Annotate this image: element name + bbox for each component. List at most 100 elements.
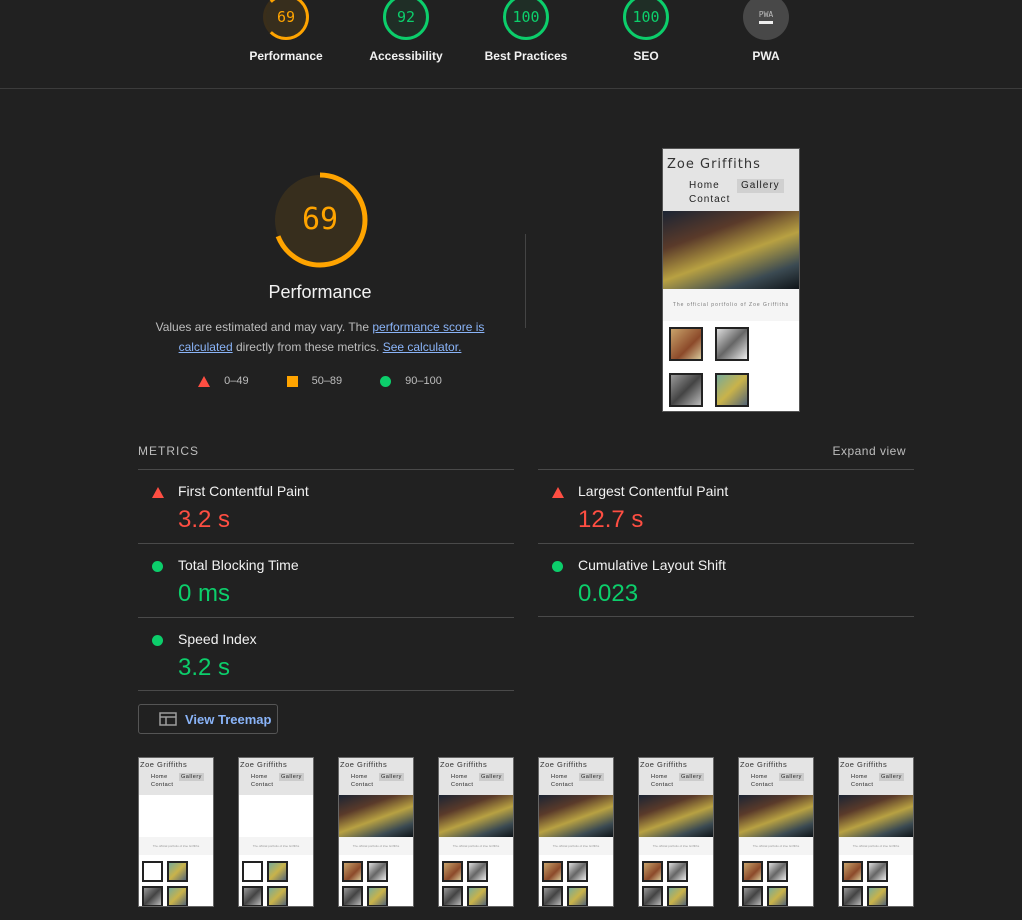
divider (538, 616, 914, 617)
frame-hero (539, 795, 613, 837)
filmstrip-frame: Zoe Griffiths Home Gallery Contact The offic… (138, 757, 214, 907)
score-legend: 0–49 50–89 90–100 (140, 375, 500, 387)
gauge-seo[interactable]: 100 SEO (586, 0, 706, 63)
legend-label: 0–49 (224, 375, 249, 387)
triangle-icon (152, 487, 164, 498)
frame-tagline: The official portfolio of Zoe Griffiths (439, 837, 513, 855)
gauge-score: 100 (623, 0, 669, 40)
performance-description: Values are estimated and may vary. The p… (145, 317, 495, 357)
gallery-thumb (669, 373, 703, 407)
frame-site-name: Zoe Griffiths (440, 760, 488, 769)
performance-title: Performance (268, 282, 372, 302)
frame-hero (339, 795, 413, 837)
frame-tagline: The official portfolio of Zoe Griffiths (339, 837, 413, 855)
frame-tagline: The official portfolio of Zoe Griffiths (539, 837, 613, 855)
filmstrip-frame: Zoe Griffiths Home Gallery Contact The offic… (238, 757, 314, 907)
gauge-label: Accessibility (369, 49, 443, 63)
metric-name: Largest Contentful Paint (578, 483, 729, 499)
desc-text: Values are estimated and may vary. The (155, 320, 373, 334)
gauge-performance[interactable]: 69 Performance (226, 0, 346, 63)
gauge-label: SEO (633, 49, 659, 63)
frame-hero (639, 795, 713, 837)
square-icon (286, 375, 298, 387)
gauge-score: 69 (263, 0, 309, 40)
metric-value: 3.2 s (178, 654, 231, 681)
metric-name: Speed Index (178, 631, 257, 647)
metric-value: 12.7 s (578, 506, 644, 533)
site-name: Zoe Griffiths (667, 157, 761, 172)
circle-icon (552, 561, 563, 572)
triangle-icon (198, 375, 211, 387)
filmstrip-frame: Zoe Griffiths Home Gallery Contact The offic… (438, 757, 514, 907)
filmstrip-frame: Zoe Griffiths Home Gallery Contact The offic… (638, 757, 714, 907)
performance-score: 69 (301, 202, 339, 237)
gauge-label: Best Practices (484, 49, 568, 63)
nav-home: Home (689, 180, 720, 191)
treemap-icon (159, 712, 177, 726)
frame-tagline: The official portfolio of Zoe Griffiths (839, 837, 913, 855)
desc-text: directly from these metrics. (232, 340, 383, 354)
frame-site-name: Zoe Griffiths (140, 760, 188, 769)
gallery-thumb (669, 327, 703, 361)
frame-hero (239, 795, 313, 837)
treemap-label: View Treemap (185, 711, 272, 727)
gallery-thumb (715, 373, 749, 407)
performance-gauge: 69 (270, 170, 370, 270)
circle-icon (152, 635, 163, 646)
frame-tagline: The official portfolio of Zoe Griffiths (639, 837, 713, 855)
metric-name: First Contentful Paint (178, 483, 309, 499)
metric-lcp: Largest Contentful Paint 12.7 s (538, 469, 914, 543)
frame-site-name: Zoe Griffiths (640, 760, 688, 769)
gauge-label: PWA (752, 49, 780, 63)
metric-value: 3.2 s (178, 506, 231, 533)
metric-cls: Cumulative Layout Shift 0.023 (538, 543, 914, 617)
gauge-score: 92 (383, 0, 429, 40)
circle-icon (380, 375, 392, 387)
legend-average: 50–89 (286, 375, 343, 387)
gallery-thumb (715, 327, 749, 361)
legend-label: 50–89 (311, 375, 343, 387)
site-tagline: The official portfolio of Zoe Griffiths (663, 289, 799, 321)
frame-hero (739, 795, 813, 837)
gauge-accessibility[interactable]: 92 Accessibility (346, 0, 466, 63)
view-treemap-button[interactable]: View Treemap (138, 704, 278, 734)
expand-view-toggle[interactable]: Expand view (832, 444, 906, 458)
frame-tagline: The official portfolio of Zoe Griffiths (139, 837, 213, 855)
pwa-badge-text: PWA (758, 10, 774, 19)
nav-contact: Contact (689, 194, 731, 205)
frame-tagline: The official portfolio of Zoe Griffiths (239, 837, 313, 855)
metric-tbt: Total Blocking Time 0 ms (138, 543, 514, 617)
category-gauges: 69 Performance 92 Accessibility 100 Best… (0, 0, 1022, 89)
triangle-icon (552, 487, 564, 498)
metric-value: 0.023 (578, 580, 639, 607)
legend-pass: 90–100 (380, 375, 442, 387)
filmstrip-frame: Zoe Griffiths Home Gallery Contact The offic… (738, 757, 814, 907)
final-screenshot[interactable]: Zoe Griffiths Home Gallery Contact The o… (662, 148, 800, 412)
filmstrip-frame: Zoe Griffiths Home Gallery Contact The offic… (338, 757, 414, 907)
frame-hero (139, 795, 213, 837)
frame-site-name: Zoe Griffiths (340, 760, 388, 769)
metric-si: Speed Index 3.2 s (138, 617, 514, 691)
circle-icon (152, 561, 163, 572)
frame-tagline: The official portfolio of Zoe Griffiths (739, 837, 813, 855)
metrics-header: METRICS Expand view (138, 444, 914, 458)
metric-value: 0 ms (178, 580, 231, 607)
frame-site-name: Zoe Griffiths (240, 760, 288, 769)
gauge-best-practices[interactable]: 100 Best Practices (466, 0, 586, 63)
performance-summary: 69 Performance Values are estimated and … (140, 170, 500, 387)
filmstrip-frame: Zoe Griffiths Home Gallery Contact The offic… (538, 757, 614, 907)
legend-fail: 0–49 (198, 375, 249, 387)
divider (525, 234, 526, 328)
frame-hero (439, 795, 513, 837)
see-calculator-link[interactable]: See calculator. (383, 340, 462, 354)
gauge-label: Performance (249, 49, 323, 63)
pwa-badge-icon: PWA (743, 0, 789, 40)
frame-site-name: Zoe Griffiths (540, 760, 588, 769)
metrics-heading: METRICS (138, 444, 199, 458)
metric-name: Total Blocking Time (178, 557, 299, 573)
gauge-pwa[interactable]: PWA PWA (706, 0, 826, 63)
frame-site-name: Zoe Griffiths (840, 760, 888, 769)
legend-label: 90–100 (405, 375, 442, 387)
gauge-score: 100 (503, 0, 549, 40)
filmstrip-frame: Zoe Griffiths Home Gallery Contact The offic… (838, 757, 914, 907)
